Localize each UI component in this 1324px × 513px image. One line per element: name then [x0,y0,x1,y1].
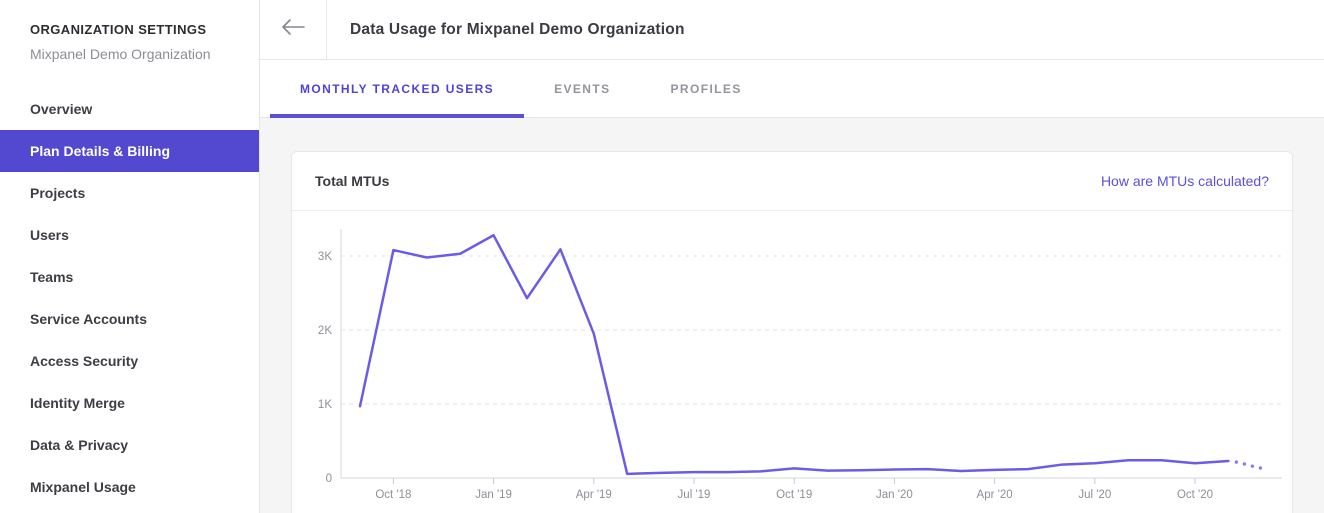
svg-text:Jan '19: Jan '19 [475,489,512,501]
sidebar-item-overview[interactable]: Overview [0,88,259,130]
sidebar-item-service-accounts[interactable]: Service Accounts [0,298,259,340]
mtu-help-link[interactable]: How are MTUs calculated? [1101,173,1269,189]
svg-text:Oct '18: Oct '18 [375,489,411,501]
sidebar-item-identity-merge[interactable]: Identity Merge [0,382,259,424]
svg-text:Jul '19: Jul '19 [678,489,711,501]
page-title: Data Usage for Mixpanel Demo Organizatio… [350,21,685,39]
tab-monthly-tracked-users[interactable]: MONTHLY TRACKED USERS [270,60,524,117]
sidebar-title: ORGANIZATION SETTINGS [30,22,229,37]
svg-text:Apr '19: Apr '19 [576,489,612,501]
total-mtus-card: Total MTUs How are MTUs calculated? 0 1K 2… [291,151,1293,513]
svg-text:2K: 2K [318,325,332,337]
sidebar-item-plan-details-billing[interactable]: Plan Details & Billing [0,130,259,172]
svg-text:0: 0 [326,473,332,485]
sidebar-header: ORGANIZATION SETTINGS Mixpanel Demo Orga… [0,22,259,62]
main-panel: Data Usage for Mixpanel Demo Organizatio… [260,0,1324,513]
svg-text:Oct '19: Oct '19 [776,489,812,501]
svg-text:Jan '20: Jan '20 [876,489,913,501]
sidebar-item-data-privacy[interactable]: Data & Privacy [0,424,259,466]
page-header: Data Usage for Mixpanel Demo Organizatio… [260,0,1324,60]
organization-settings-sidebar: ORGANIZATION SETTINGS Mixpanel Demo Orga… [0,0,260,513]
tab-bar: MONTHLY TRACKED USERS EVENTS PROFILES [260,60,1324,118]
card-title: Total MTUs [315,173,389,189]
sidebar-item-projects[interactable]: Projects [0,172,259,214]
app-window: ORGANIZATION SETTINGS Mixpanel Demo Orga… [0,0,1324,513]
svg-text:Oct '20: Oct '20 [1177,489,1213,501]
content-area: Total MTUs How are MTUs calculated? 0 1K 2… [260,118,1324,513]
card-header: Total MTUs How are MTUs calculated? [292,152,1292,211]
sidebar-item-mixpanel-usage[interactable]: Mixpanel Usage [0,466,259,508]
sidebar-item-teams[interactable]: Teams [0,256,259,298]
sidebar-item-users[interactable]: Users [0,214,259,256]
svg-text:3K: 3K [318,251,332,263]
organization-name: Mixpanel Demo Organization [30,46,229,62]
svg-text:Apr '20: Apr '20 [977,489,1013,501]
svg-text:Jul '20: Jul '20 [1078,489,1111,501]
sidebar-item-access-security[interactable]: Access Security [0,340,259,382]
sidebar-nav: Overview Plan Details & Billing Projects… [0,88,259,508]
tab-profiles[interactable]: PROFILES [641,60,772,117]
back-arrow-icon [280,17,306,42]
chart-area: 0 1K 2K 3K Oct '18 Jan '19 Apr '19 Jul '19 Oct '… [292,211,1292,513]
back-button[interactable] [260,0,327,59]
svg-text:1K: 1K [318,399,332,411]
mtu-line-chart: 0 1K 2K 3K Oct '18 Jan '19 Apr '19 Jul '19 Oct '… [292,211,1292,513]
tab-events[interactable]: EVENTS [524,60,640,117]
